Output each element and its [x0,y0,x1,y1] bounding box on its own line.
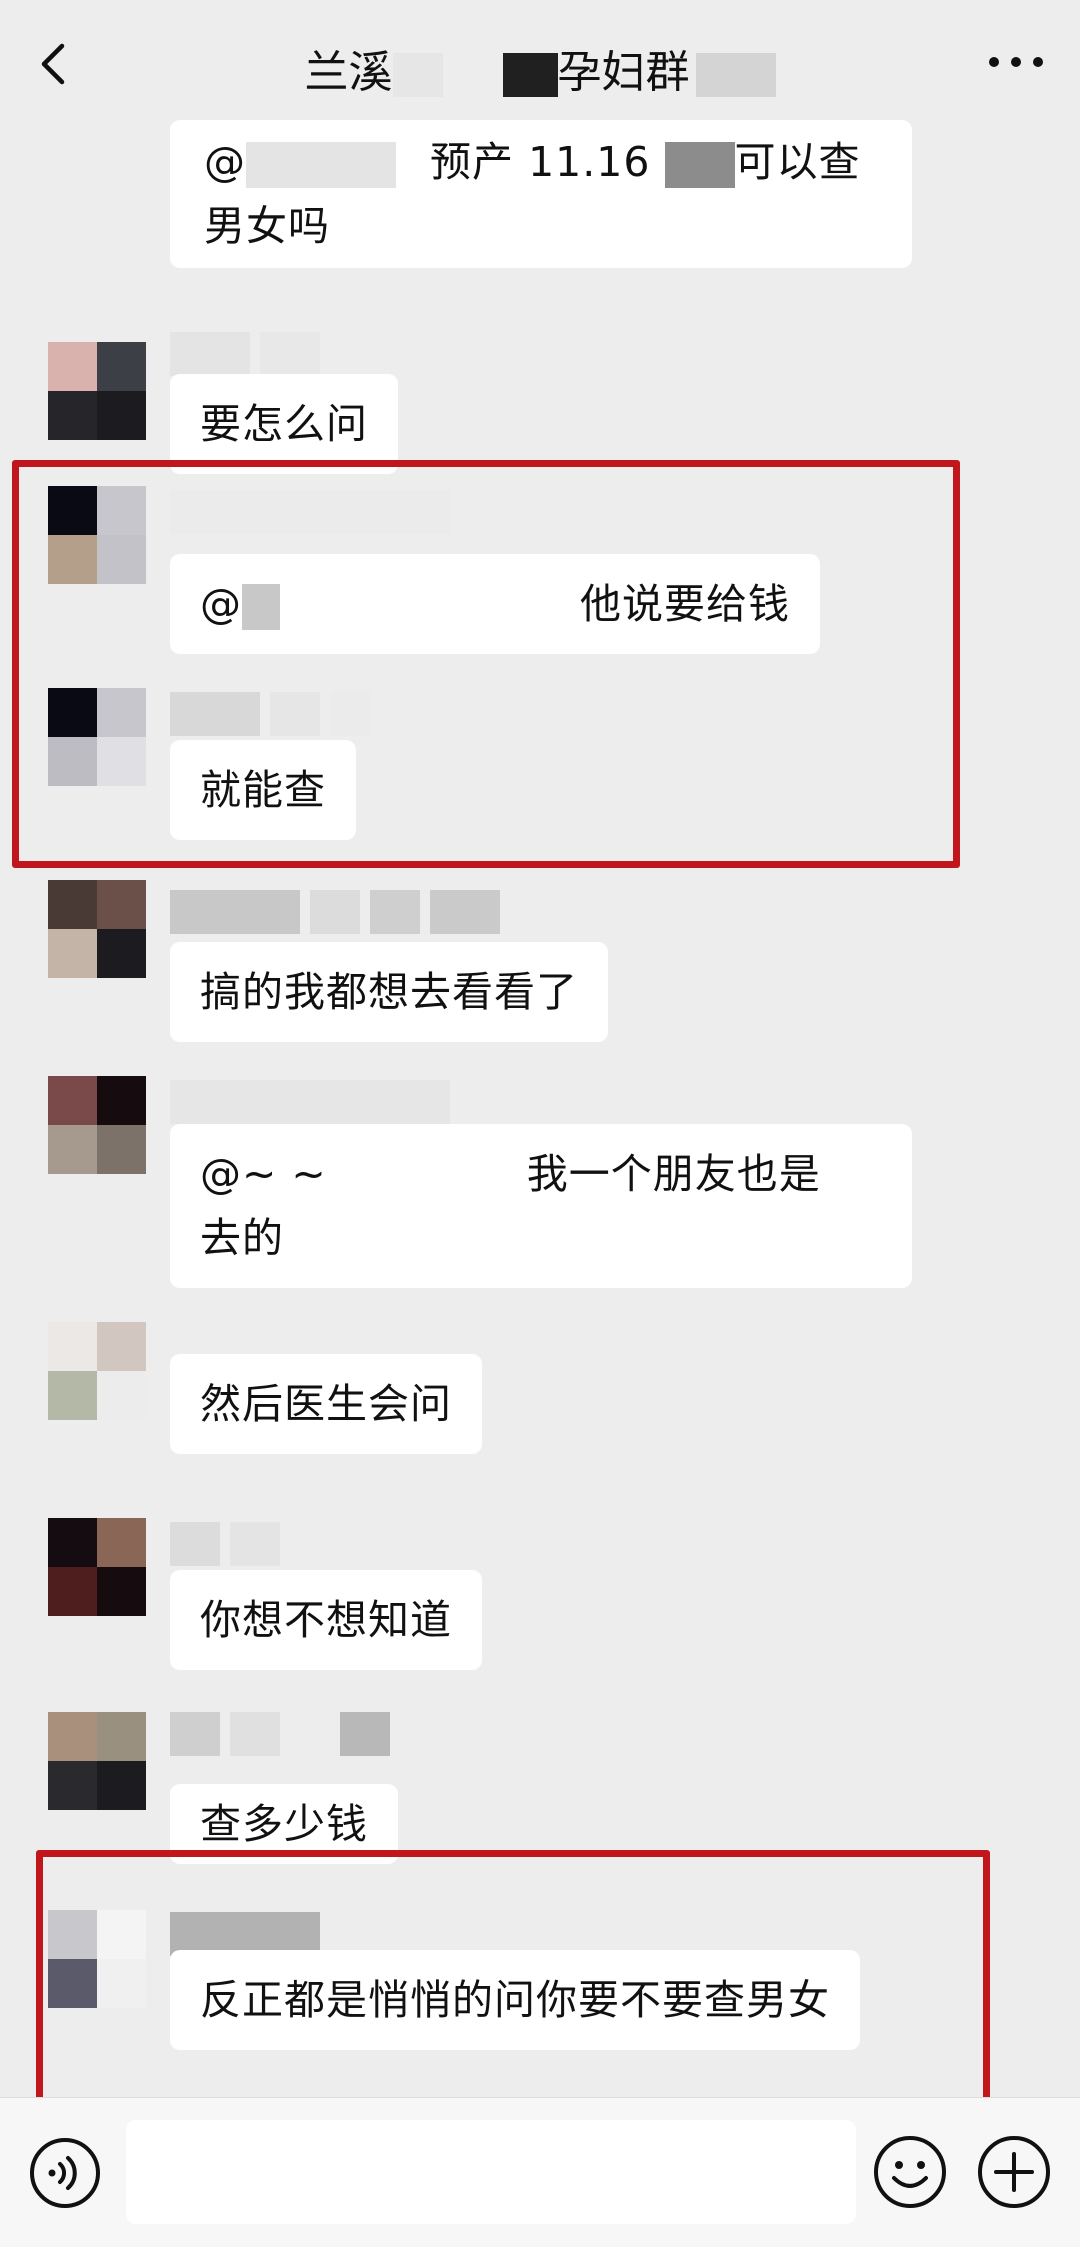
message-text: 预产 11.16 [430,138,651,186]
voice-icon[interactable] [28,2136,102,2210]
masked-username [246,142,396,188]
chat-title-part1: 兰溪 [304,47,393,98]
message-text: 查多少钱 [200,1800,368,1848]
sender-name [170,332,320,376]
message-bubble[interactable]: @~ ~ 我一个朋友也是 去的 [170,1124,912,1288]
avatar[interactable] [48,342,146,440]
message-text: 然后医生会问 [200,1380,452,1428]
message-text-line2: 去的 [200,1214,284,1262]
highlight-box [36,1850,990,2104]
chat-header: 兰溪 孕妇群 [0,0,1080,130]
avatar[interactable] [48,1076,146,1174]
sender-name [170,890,500,934]
message-text-line2: 男女吗 [204,202,330,250]
avatar-lower [48,1371,146,1420]
sender-name [170,1712,390,1756]
message-bubble[interactable]: 你想不想知道 [170,1570,482,1670]
message-bubble[interactable]: 要怎么问 [170,374,398,474]
message-text: 你想不想知道 [200,1596,452,1644]
message-text-2: 可以查 [734,138,861,186]
message-text: 要怎么问 [200,400,368,448]
input-bar [0,2097,1080,2247]
highlight-box [12,460,960,868]
message-bubble[interactable]: 搞的我都想去看看了 [170,942,608,1042]
message-text: 我一个朋友也是 [526,1150,821,1198]
masked-text [664,142,735,188]
message-input[interactable] [126,2120,856,2224]
message-text: 搞的我都想去看看了 [200,968,578,1016]
avatar[interactable] [48,880,146,978]
message-bubble[interactable]: @ 预产 11.16 可以查 男女吗 [170,120,912,268]
message-bubble[interactable]: 然后医生会问 [170,1354,482,1454]
mention-at: @~ ~ [200,1150,327,1198]
avatar[interactable] [48,1712,146,1810]
more-dots-icon[interactable] [986,52,1046,72]
plus-icon[interactable] [976,2134,1052,2210]
chat-title-part2: 孕妇群 [557,47,690,98]
mention-at: @ [204,138,246,186]
sender-name [170,1080,450,1124]
emoji-icon[interactable] [872,2134,948,2210]
avatar[interactable] [48,1518,146,1616]
chat-title: 兰溪 孕妇群 [0,36,1080,100]
sender-name [170,1522,280,1566]
